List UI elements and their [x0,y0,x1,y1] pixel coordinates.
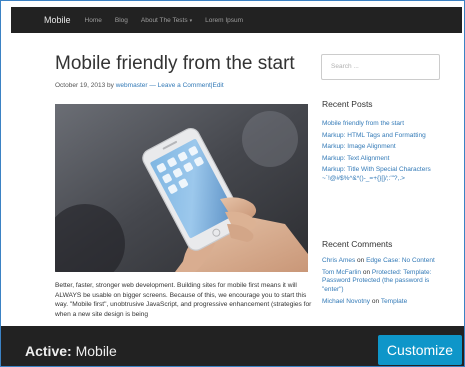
comment-author-link[interactable]: Tom McFarlin [322,269,361,276]
nav-item-blog[interactable]: Blog [115,17,128,24]
recent-post-link[interactable]: Markup: Text Alignment [322,155,447,164]
meta-separator: — [149,82,156,89]
comment-on-text: on [357,257,365,264]
recent-comment: Tom McFarlin on Protected: Template: Pas… [322,269,447,296]
customize-button[interactable]: Customize [378,335,462,365]
post-excerpt: Better, faster, stronger web development… [55,282,312,318]
comment-post-link[interactable]: Template [381,298,407,305]
search-input[interactable]: Search ... [321,54,440,80]
site-brand[interactable]: Mobile [44,15,71,25]
active-theme-name: Mobile [75,343,117,359]
post-meta: October 19, 2013 by webmaster — Leave a … [55,82,224,89]
site-navbar: Mobile Home Blog About The Tests ▾ Lorem … [11,7,462,33]
recent-comments-list: Chris Ames on Edge Case: No Content Tom … [322,257,447,309]
leave-comment-link[interactable]: Leave a Comment [158,82,211,89]
recent-post-link[interactable]: Markup: HTML Tags and Formatting [322,132,447,141]
recent-posts-list: Mobile friendly from the start Markup: H… [322,120,447,186]
active-theme-label: Active: Mobile [25,343,117,359]
hand-holding-phone-photo [55,104,308,272]
recent-posts-heading: Recent Posts [322,99,373,109]
comment-post-link[interactable]: Edge Case: No Content [366,257,435,264]
post-author-link[interactable]: webmaster [116,82,148,89]
recent-post-link[interactable]: Mobile friendly from the start [322,120,447,129]
active-label-prefix: Active: [25,343,72,359]
nav-item-lorem-ipsum[interactable]: Lorem Ipsum [205,17,243,24]
comment-on-text: on [362,268,371,276]
recent-post-link[interactable]: Markup: Image Alignment [322,143,447,152]
recent-comment: Chris Ames on Edge Case: No Content [322,257,447,266]
nav-item-about-the-tests[interactable]: About The Tests ▾ [141,17,192,24]
nav-item-home[interactable]: Home [85,17,102,24]
chevron-down-icon: ▾ [189,17,193,24]
comment-on-text: on [371,297,380,305]
post-featured-image [55,104,308,272]
post-date: October 19, 2013 [55,82,106,89]
recent-comment: Michael Novotny on Template [322,298,447,307]
comment-author-link[interactable]: Chris Ames [322,257,355,264]
recent-comments-heading: Recent Comments [322,239,393,249]
post-title[interactable]: Mobile friendly from the start [55,53,295,75]
edit-link[interactable]: Edit [212,82,223,89]
theme-preview-card: Mobile Home Blog About The Tests ▾ Lorem … [0,0,465,367]
comment-author-link[interactable]: Michael Novotny [322,298,370,305]
recent-post-link[interactable]: Markup: Title With Special Characters ~`… [322,166,447,184]
post-by: by [107,82,114,89]
nav-item-about-label: About The Tests [140,16,188,24]
